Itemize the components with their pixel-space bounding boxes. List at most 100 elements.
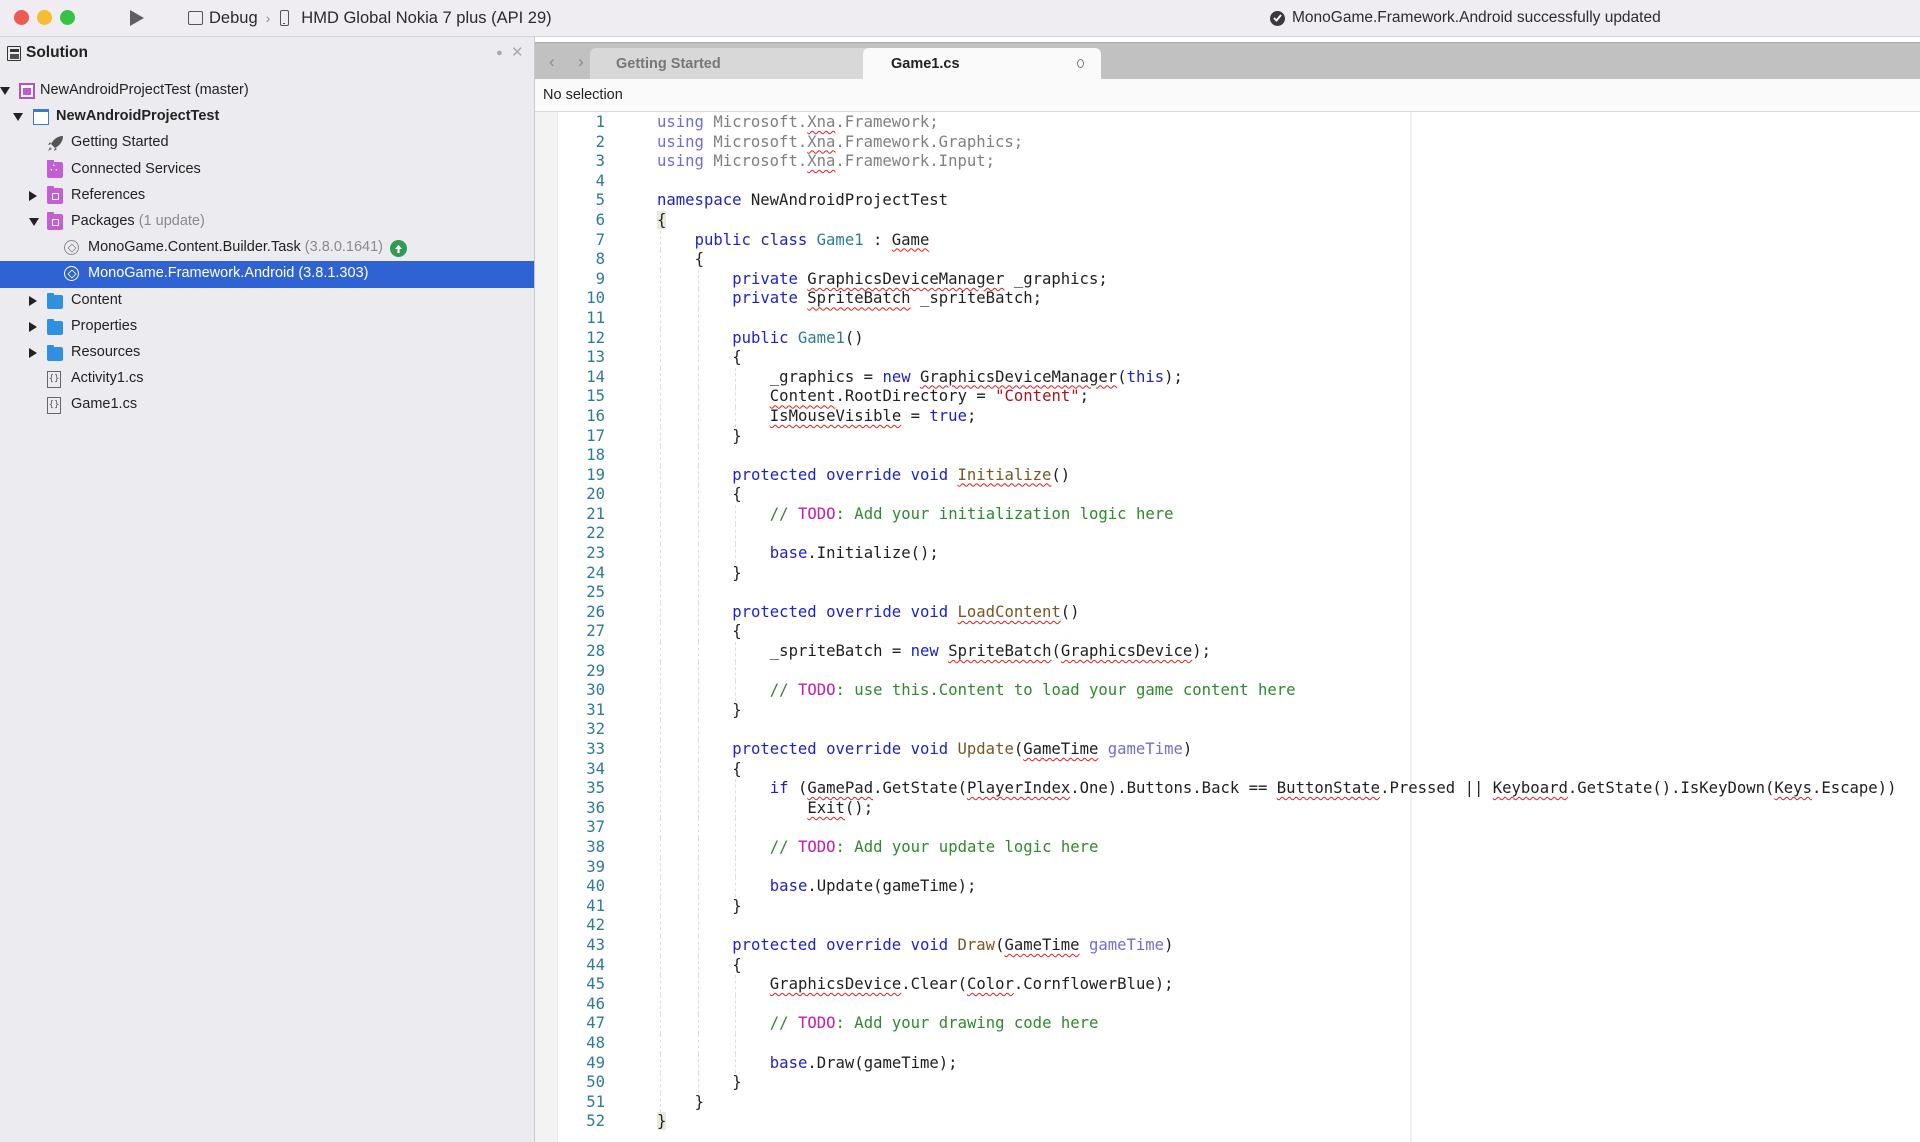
code-line[interactable]: 51}: [535, 1092, 1920, 1113]
line-number[interactable]: 31: [557, 701, 605, 721]
line-number[interactable]: 20: [557, 485, 605, 505]
expanded-arrow-icon[interactable]: [29, 217, 39, 226]
code-line[interactable]: 24}: [535, 563, 1920, 584]
line-number[interactable]: 15: [557, 387, 605, 407]
code-line[interactable]: 13 {: [535, 348, 1920, 368]
code-line[interactable]: 47 // TODO: Add your drawing code here: [535, 1014, 1920, 1034]
line-number[interactable]: 34: [557, 760, 605, 780]
breadcrumb[interactable]: No selection: [543, 87, 623, 103]
code-line[interactable]: 6{: [535, 210, 1920, 231]
code-line[interactable]: 40 base.Update(gameTime);: [535, 877, 1920, 897]
code-line[interactable]: 52}: [535, 1112, 1920, 1132]
code-line[interactable]: 18: [535, 446, 1920, 466]
code-line[interactable]: 17}: [535, 426, 1920, 447]
line-number[interactable]: 44: [557, 956, 605, 976]
line-number[interactable]: 11: [557, 309, 605, 329]
line-number[interactable]: 38: [557, 838, 605, 858]
line-number[interactable]: 30: [557, 681, 605, 701]
line-number[interactable]: 40: [557, 877, 605, 897]
tree-node[interactable]: {} Activity1.cs: [0, 366, 534, 392]
line-number[interactable]: 26: [557, 603, 605, 623]
tree-node[interactable]: Resources: [0, 340, 534, 366]
code-line[interactable]: 15 Content.RootDirectory = "Content";: [535, 387, 1920, 407]
code-line[interactable]: 19 protected override void Initialize(): [535, 465, 1920, 486]
line-number[interactable]: 22: [557, 524, 605, 544]
code-line[interactable]: 32: [535, 720, 1920, 740]
line-number[interactable]: 33: [557, 740, 605, 760]
tab-getting-started[interactable]: Getting Started: [590, 48, 890, 80]
line-number[interactable]: 7: [557, 231, 605, 251]
code-line[interactable]: 44 {: [535, 955, 1920, 976]
code-line[interactable]: 46: [535, 994, 1920, 1015]
line-number[interactable]: 16: [557, 407, 605, 427]
update-available-icon[interactable]: [390, 240, 407, 258]
collapsed-arrow-icon[interactable]: [29, 295, 37, 306]
line-number[interactable]: 18: [557, 446, 605, 466]
line-number[interactable]: 36: [557, 799, 605, 819]
code-line[interactable]: 22: [535, 524, 1920, 545]
collapsed-arrow-icon[interactable]: [29, 190, 37, 201]
line-number[interactable]: 45: [557, 975, 605, 995]
code-line[interactable]: 10 private SpriteBatch _spriteBatch;: [535, 289, 1920, 309]
line-number[interactable]: 28: [557, 642, 605, 662]
line-number[interactable]: 29: [557, 662, 605, 682]
breadcrumb-bar[interactable]: No selection: [535, 79, 1920, 112]
line-number[interactable]: 35: [557, 779, 605, 799]
line-number[interactable]: 42: [557, 916, 605, 936]
zoom-window-button[interactable]: [60, 10, 75, 25]
tree-node[interactable]: MonoGame.Framework.Android (3.8.1.303): [0, 261, 534, 288]
code-line[interactable]: 9 private GraphicsDeviceManager _graphics…: [535, 269, 1920, 290]
line-number[interactable]: 14: [557, 368, 605, 388]
code-line[interactable]: 25: [535, 583, 1920, 603]
code-line[interactable]: 28 _spriteBatch = new SpriteBatch(Graphic…: [535, 642, 1920, 662]
tree-node[interactable]: NewAndroidProjectTest: [0, 104, 534, 130]
code-editor[interactable]: 1 using Microsoft.Xna.Framework; 2 using Mi…: [535, 112, 1920, 1142]
line-number[interactable]: 51: [557, 1093, 605, 1113]
line-number[interactable]: 27: [557, 622, 605, 642]
expanded-arrow-icon[interactable]: [13, 113, 23, 122]
line-number[interactable]: 2: [557, 133, 605, 153]
code-line[interactable]: 7 public class Game1 : Game: [535, 230, 1920, 251]
line-number[interactable]: 19: [557, 466, 605, 486]
line-number[interactable]: 24: [557, 564, 605, 584]
code-line[interactable]: 48: [535, 1033, 1920, 1054]
device-label[interactable]: HMD Global Nokia 7 plus (API 29): [301, 9, 551, 28]
code-line[interactable]: 30 // TODO: use this.Content to load your…: [535, 681, 1920, 701]
navigate-back-button[interactable]: ‹: [549, 52, 555, 72]
code-line[interactable]: 45 GraphicsDevice.Clear(Color.CornflowerB…: [535, 975, 1920, 995]
code-line[interactable]: 27 {: [535, 622, 1920, 643]
collapsed-arrow-icon[interactable]: [29, 347, 37, 358]
line-number[interactable]: 1: [557, 113, 605, 133]
code-line[interactable]: 31}: [535, 700, 1920, 721]
line-number[interactable]: 3: [557, 152, 605, 172]
run-button[interactable]: [127, 8, 147, 28]
tree-node[interactable]: Packages (1 update): [0, 209, 534, 235]
code-line[interactable]: 38 // TODO: Add your update logic here: [535, 837, 1920, 858]
tab-game1-cs[interactable]: Game1.cs: [863, 48, 1101, 80]
code-line[interactable]: 34 {: [535, 759, 1920, 780]
navigate-forward-button[interactable]: ›: [578, 52, 584, 72]
close-pad-icon[interactable]: ✕: [511, 43, 524, 61]
tree-node[interactable]: Content: [0, 288, 534, 314]
line-number[interactable]: 32: [557, 720, 605, 740]
code-line[interactable]: 26 protected override void LoadContent(): [535, 602, 1920, 623]
code-line[interactable]: 3 using Microsoft.Xna.Framework.Input;: [535, 152, 1920, 172]
code-line[interactable]: 5 namespace NewAndroidProjectTest: [535, 191, 1920, 211]
run-configuration[interactable]: Debug › HMD Global Nokia 7 plus (API 29): [188, 7, 552, 29]
expanded-arrow-icon[interactable]: [0, 87, 10, 95]
line-number[interactable]: 5: [557, 191, 605, 211]
line-number[interactable]: 39: [557, 858, 605, 878]
code-line[interactable]: 16 IsMouseVisible = true;: [535, 406, 1920, 427]
code-line[interactable]: 41}: [535, 896, 1920, 917]
code-line[interactable]: 50}: [535, 1073, 1920, 1093]
line-number[interactable]: 52: [557, 1112, 605, 1132]
code-line[interactable]: 2 using Microsoft.Xna.Framework.Graphics;: [535, 133, 1920, 153]
tree-node[interactable]: Connected Services: [0, 157, 534, 183]
code-line[interactable]: 20 {: [535, 485, 1920, 505]
tree-node[interactable]: MonoGame.Content.Builder.Task (3.8.0.164…: [0, 235, 534, 261]
code-line[interactable]: 49 base.Draw(gameTime);: [535, 1053, 1920, 1074]
minimize-window-button[interactable]: [37, 10, 52, 25]
tree-node[interactable]: References: [0, 183, 534, 209]
code-line[interactable]: 42: [535, 916, 1920, 936]
code-line[interactable]: 43 protected override void Draw(GameTime …: [535, 935, 1920, 956]
